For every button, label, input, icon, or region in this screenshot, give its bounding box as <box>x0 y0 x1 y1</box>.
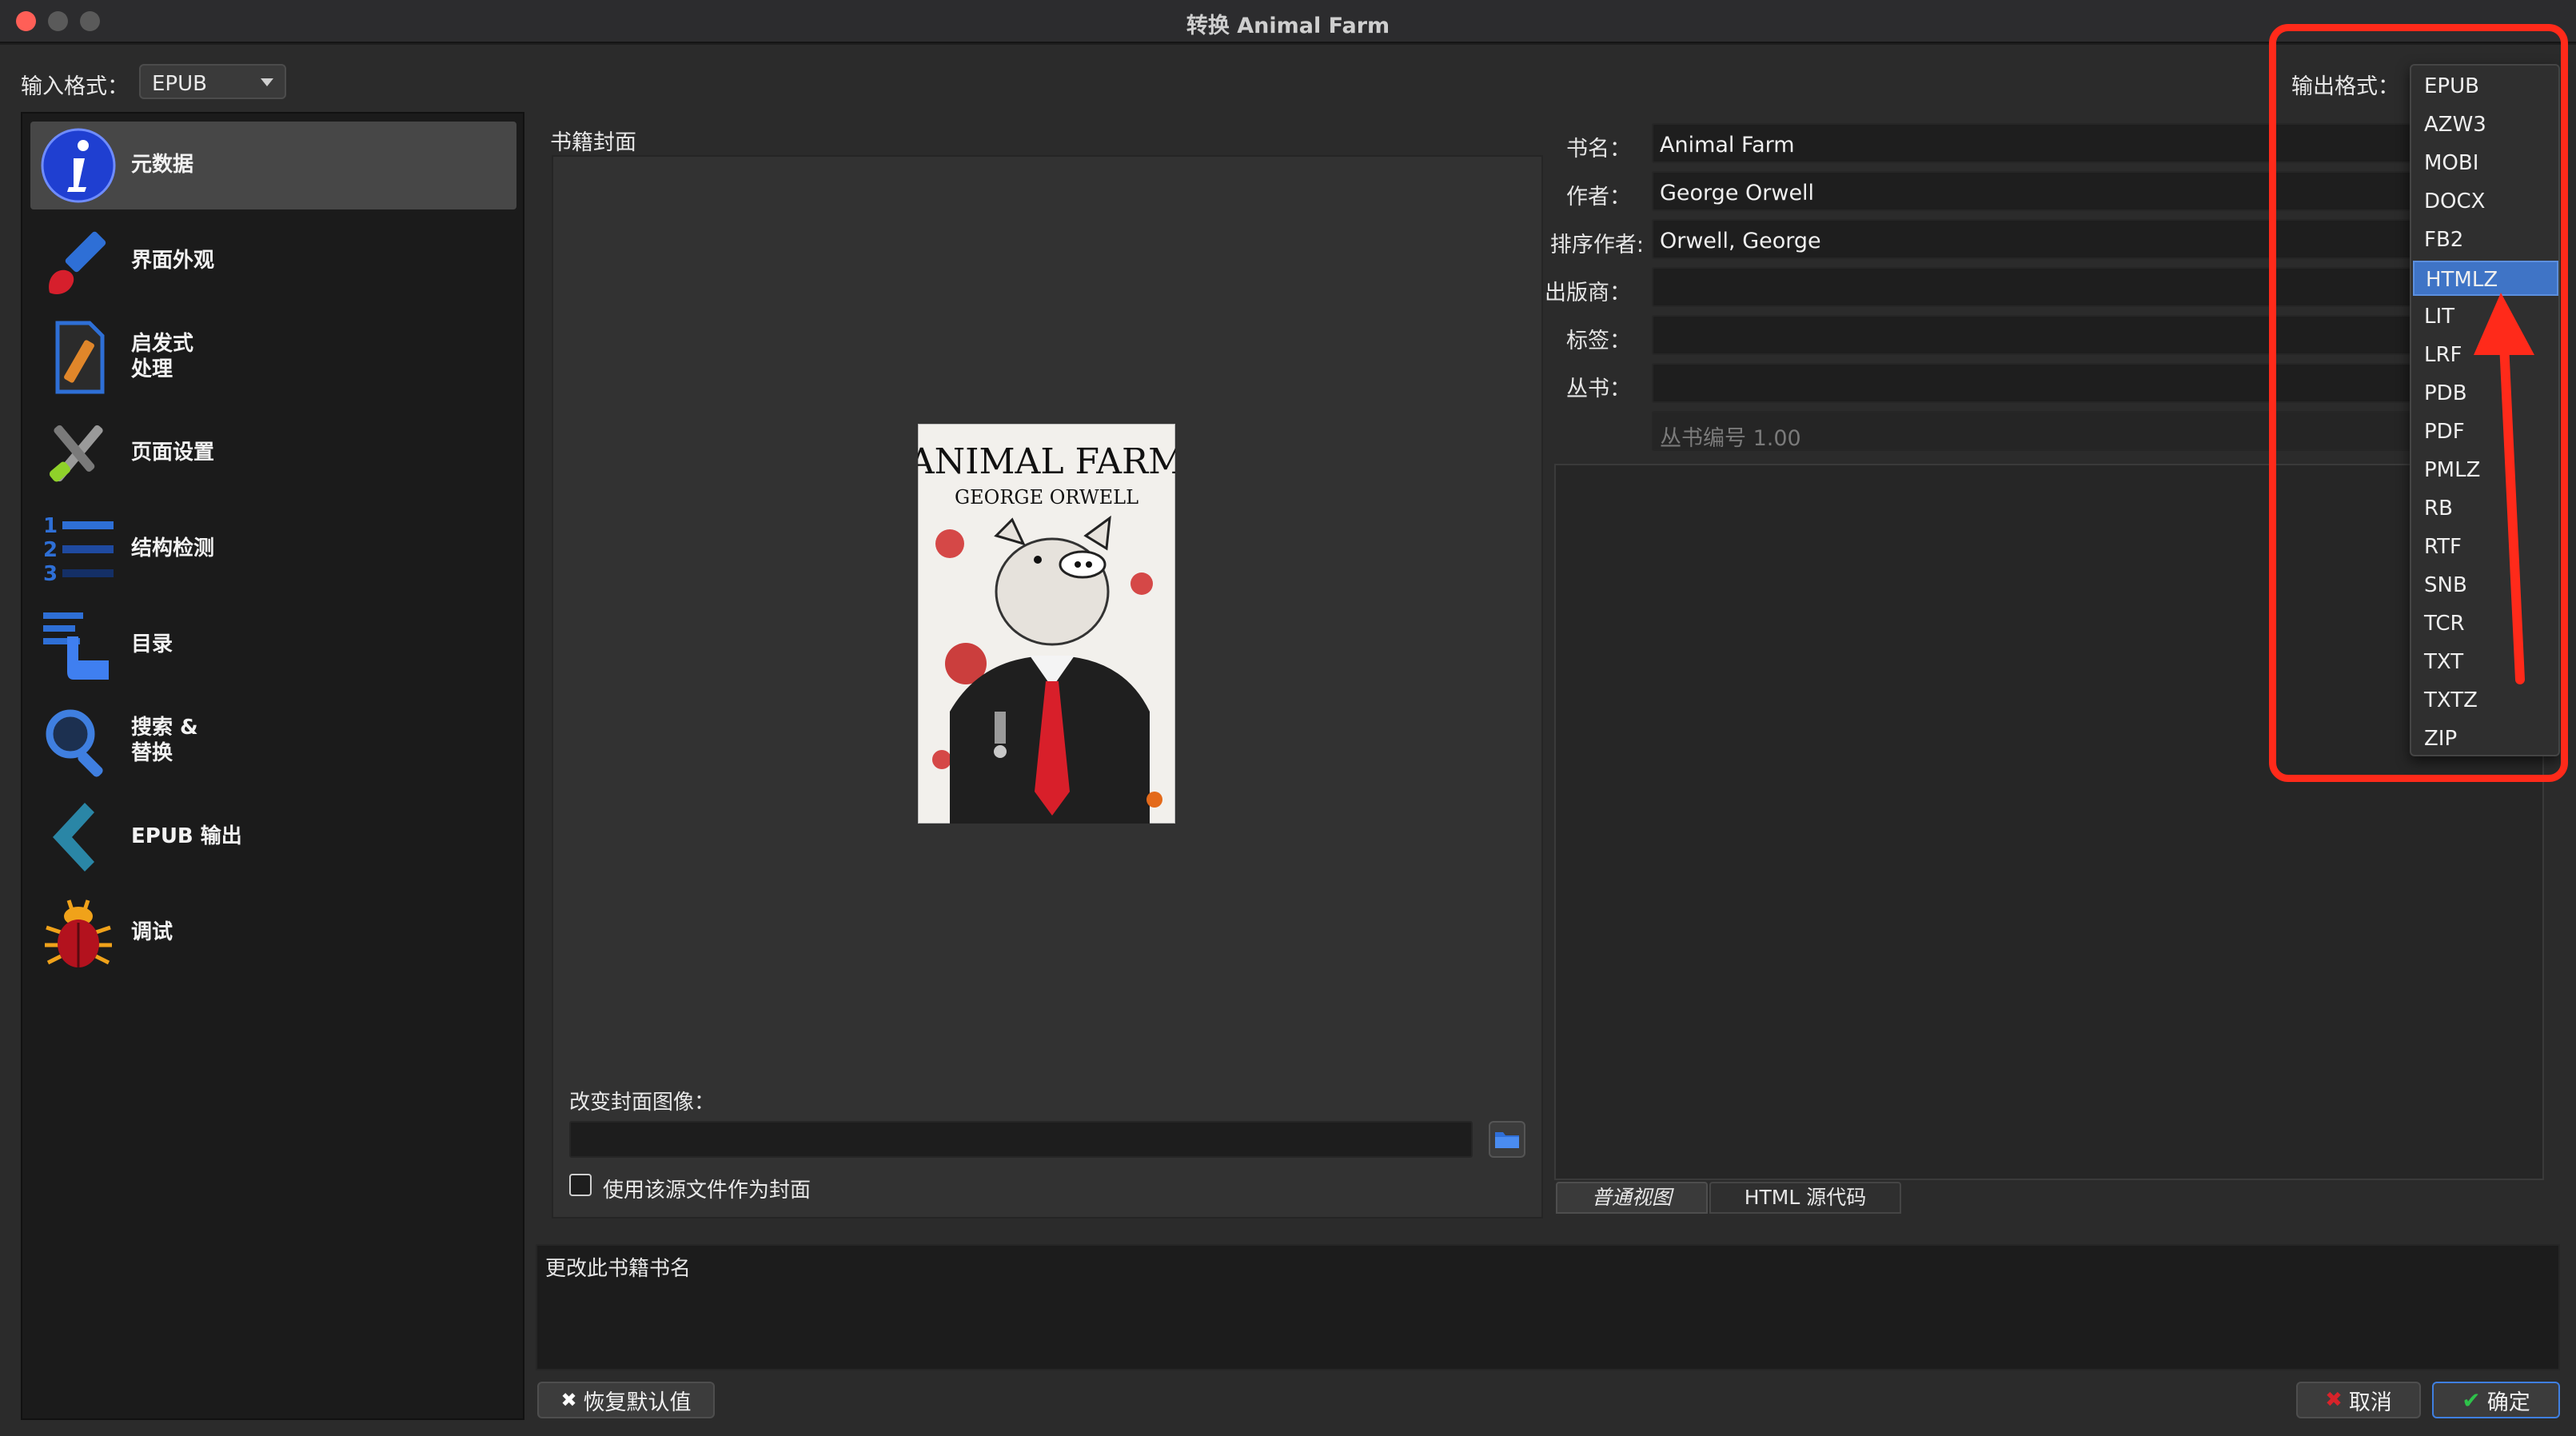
window-title: 转换 Animal Farm <box>1186 14 1390 38</box>
ok-button[interactable]: ✔ 确定 <box>2432 1382 2560 1418</box>
cover-author-text: GEORGE ORWELL <box>955 486 1138 509</box>
cover-title-text: ANIMAL FARM <box>918 441 1175 482</box>
bug-icon <box>45 899 112 967</box>
toc-icon <box>43 612 109 680</box>
svg-text:3: 3 <box>43 562 58 586</box>
ok-label: 确定 <box>2486 1390 2530 1415</box>
use-source-cover-label: 使用该源文件作为封面 <box>603 1179 811 1203</box>
sidebar-item-label: 目录 <box>131 632 173 656</box>
sidebar-item-label: 元数据 <box>131 153 194 177</box>
svg-text:2: 2 <box>43 538 58 562</box>
sidebar-item-label: 调试 <box>131 920 173 944</box>
cancel-label: 取消 <box>2348 1390 2392 1415</box>
arrow-annotation-icon <box>2474 293 2534 684</box>
restore-defaults-label: 恢复默认值 <box>583 1390 692 1415</box>
chevron-down-icon <box>261 78 273 86</box>
title-label: 书名： <box>1566 137 1631 162</box>
input-format-label: 输入格式： <box>21 74 129 99</box>
author-label: 作者： <box>1566 185 1631 209</box>
folder-icon <box>1495 1132 1519 1148</box>
series-label: 丛书： <box>1566 377 1631 401</box>
sidebar-item-toc[interactable]: 目录 <box>30 601 516 689</box>
numbered-list-icon: 1 2 3 <box>43 514 114 586</box>
help-text: 更改此书籍书名 <box>545 1257 692 1281</box>
info-icon <box>41 128 116 203</box>
input-format-value: EPUB <box>152 72 207 96</box>
tab-normal-view[interactable]: 普通视图 <box>1556 1182 1708 1214</box>
sidebar-item-search-replace[interactable]: 搜索 & 替换 <box>30 697 516 785</box>
cover-section-label: 书籍封面 <box>550 130 636 155</box>
change-cover-label: 改变封面图像： <box>569 1091 716 1115</box>
cancel-button[interactable]: ✖ 取消 <box>2296 1382 2421 1418</box>
help-text-area: 更改此书籍书名 <box>536 1244 2560 1370</box>
epub-output-icon <box>53 803 94 872</box>
tab-html-source[interactable]: HTML 源代码 <box>1709 1182 1901 1214</box>
sidebar-item-look-and-feel[interactable]: 界面外观 <box>30 217 516 305</box>
sidebar-item-page-setup[interactable]: 页面设置 <box>30 409 516 497</box>
sidebar-item-label: 页面设置 <box>131 441 215 465</box>
checkmark-icon: ✔ <box>2462 1386 2481 1414</box>
sidebar-item-structure-detection[interactable]: 1 2 3 结构检测 <box>30 505 516 593</box>
cancel-x-icon: ✖ <box>2325 1388 2343 1412</box>
sidebar-item-label: 界面外观 <box>131 249 215 273</box>
brush-icon <box>49 231 106 294</box>
sidebar-item-epub-output[interactable]: EPUB 输出 <box>30 793 516 881</box>
cover-path-input[interactable] <box>569 1121 1473 1158</box>
sidebar-item-heuristics[interactable]: 启发式 处理 <box>30 313 516 401</box>
tools-icon <box>49 425 103 482</box>
use-source-cover-checkbox[interactable] <box>569 1174 592 1196</box>
sidebar: 元数据 界面外观 启发式 处理 页面设置 1 2 3 结构检测 目录 搜索 & … <box>21 112 524 1420</box>
sidebar-item-label: 结构检测 <box>131 537 215 560</box>
sidebar-item-debug[interactable]: 调试 <box>30 889 516 977</box>
svg-text:1: 1 <box>43 514 58 538</box>
sidebar-item-metadata[interactable]: 元数据 <box>30 122 516 209</box>
sidebar-item-label: EPUB 输出 <box>131 824 242 848</box>
tags-label: 标签： <box>1566 329 1631 353</box>
cover-panel: ANIMAL FARM GEORGE ORWELL 改变封面图像： 使用该源文件… <box>552 155 1543 1219</box>
restore-defaults-button[interactable]: ✖ 恢复默认值 <box>537 1382 715 1418</box>
title-bar: 转换 Animal Farm <box>0 0 2576 43</box>
search-icon <box>46 709 103 777</box>
publisher-label: 出版商： <box>1545 281 1631 305</box>
input-format-select[interactable]: EPUB <box>139 64 286 99</box>
browse-cover-button[interactable] <box>1489 1121 1525 1158</box>
sort-author-label: 排序作者: <box>1549 233 1644 257</box>
book-cover-image: ANIMAL FARM GEORGE ORWELL <box>918 424 1175 824</box>
sidebar-item-label: 搜索 & 替换 <box>131 716 198 765</box>
sidebar-item-label: 启发式 处理 <box>131 332 194 381</box>
close-x-icon: ✖ <box>560 1389 577 1411</box>
document-edit-icon <box>55 321 105 394</box>
